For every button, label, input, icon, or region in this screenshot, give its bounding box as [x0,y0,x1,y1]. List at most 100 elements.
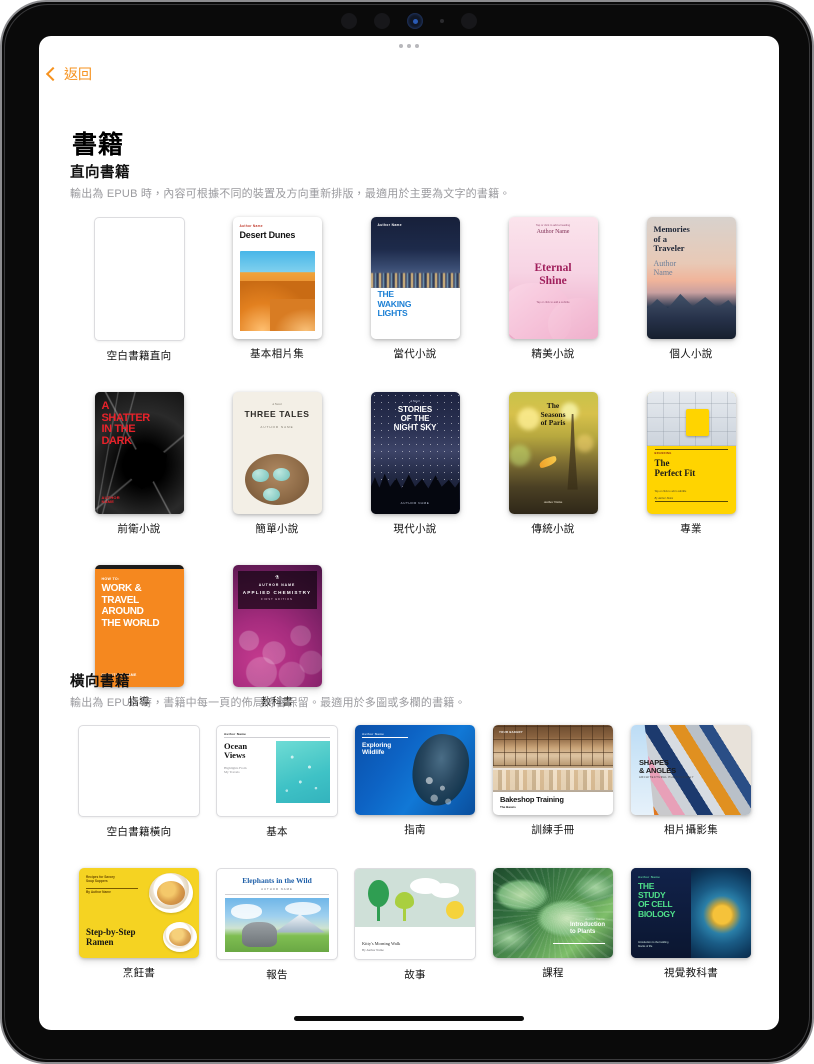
template-cell[interactable]: BRANDING The Perfect Fit Tap or click to … [622,392,760,536]
book-cover-shapes-angles[interactable]: SHAPES & ANGLES ARCHITECTURAL PHOTOGRAPHY [631,725,751,815]
book-cover-desert-dunes[interactable]: Author Name Desert Dunes [232,217,322,339]
template-cell[interactable]: Tap or click to add a heading Author Nam… [484,217,622,363]
book-cover-blank-portrait[interactable] [93,217,185,341]
book-cover-waking-lights[interactable]: Author Name THE WAKING LIGHTS [370,217,460,339]
template-cell[interactable]: Author Name THE WAKING LIGHTS 當代小說 [346,217,484,363]
template-cell[interactable]: Kitty's Morning Walk By Author Name 故事 [346,868,484,982]
template-cell[interactable]: YOUR BAKERY Bakeshop Training The Basics… [484,725,622,839]
cover-title: Ocean Views [224,741,248,760]
template-cell[interactable]: Elephants in the Wild AUTHOR NAME 報告 [208,868,346,982]
cover-author: AUTHOR NAME [258,583,296,587]
book-cover-shatter-dark[interactable]: A SHATTER IN THE DARK AUTHOR NAME [94,392,184,514]
template-cell[interactable]: 空白書籍橫向 [70,725,208,839]
book-cover-applied-chemistry[interactable]: ⚗ AUTHOR NAME APPLIED CHEMISTRY FIRST ED… [232,565,322,687]
book-cover-intro-plants[interactable]: Author Name Introduction to Plants [493,868,613,958]
book-cover-memories-traveler[interactable]: Memories of a Traveler Author Name [646,217,736,339]
section-landscape: 橫向書籍 輸出為 EPUB 時，書籍中每一頁的佈局將會保留。最適用於多圖或多欄的… [70,670,760,982]
cover-title: THREE TALES [244,409,310,419]
cover-image [149,873,193,913]
cover-title: Step-by-Step Ramen [86,927,136,947]
section-title-portrait: 直向書籍 [70,165,130,181]
cover-author: Author Name [543,500,563,504]
cover-author: Author Name [653,259,677,277]
cover-author: AUTHOR NAME [101,494,120,505]
template-cell[interactable]: 空白書籍直向 [70,217,208,363]
template-cell[interactable]: Author Name Ocean Views Highlights From My… [208,725,346,839]
template-label: 專業 [680,523,702,535]
cover-tap-hint: Tap or click to add a heading [535,224,571,227]
cover-author: Author Name [224,732,247,736]
book-cover-ocean-views[interactable]: Author Name Ocean Views Highlights From My… [216,725,338,817]
camera-array [2,10,812,32]
template-label: 現代小說 [393,523,437,535]
template-cell[interactable]: Author Name Desert Dunes 基本相片集 [208,217,346,363]
book-cover-bakeshop-training[interactable]: YOUR BAKERY Bakeshop Training The Basics [493,725,613,815]
back-button-label: 返回 [64,66,92,82]
template-label: 訓練手冊 [531,824,575,836]
cover-title: Desert Dunes [239,230,296,240]
book-cover-cell-biology[interactable]: Author Name THE STUDY OF CELL BIOLOGY Intro… [631,868,751,958]
cover-author: AUTHOR NAME [400,501,430,505]
book-cover-kitty-walk[interactable]: Kitty's Morning Walk By Author Name [354,868,476,960]
portrait-template-grid: 空白書籍直向 Author Name Desert Dunes 基本相片集 Au… [70,217,760,709]
camera-lens-1 [341,13,357,29]
book-cover-night-sky[interactable]: A Novel STORIES OF THE NIGHT SKY AUTHOR NA… [370,392,460,514]
template-label: 故事 [404,969,426,981]
template-cell[interactable]: A Novel THREE TALES AUTHOR NAME 簡單小說 [208,392,346,536]
home-indicator[interactable] [294,1016,524,1021]
template-cell[interactable]: Author Name THE STUDY OF CELL BIOLOGY Intro… [622,868,760,982]
book-cover-seasons-paris[interactable]: The Seasons of Paris Author Name [508,392,598,514]
template-label: 指南 [404,824,426,836]
template-cell[interactable]: Author Name Introduction to Plants 課程 [484,868,622,982]
cover-subtitle: Highlights From My Travels [224,766,247,775]
template-cell[interactable]: Memories of a Traveler Author Name 個人小說 [622,217,760,363]
device-frame: 返回 書籍 直向書籍 輸出為 EPUB 時，內容可根據不同的裝置及方向重新排版，… [0,0,814,1064]
cover-image [691,868,751,958]
template-cell[interactable]: A Novel STORIES OF THE NIGHT SKY AUTHOR NA… [346,392,484,536]
template-label: 基本 [266,826,288,838]
template-label: 視覺教科書 [664,967,718,979]
book-cover-perfect-fit[interactable]: BRANDING The Perfect Fit Tap or click to … [646,392,736,514]
book-cover-three-tales[interactable]: A Novel THREE TALES AUTHOR NAME [232,392,322,514]
template-label: 空白書籍橫向 [106,826,172,838]
cover-author: AUTHOR NAME [261,887,293,891]
cover-author: By Author Name [86,890,111,894]
book-cover-eternal-shine[interactable]: Tap or click to add a heading Author Nam… [508,217,598,339]
cover-title: Bakeshop Training [500,795,564,804]
template-cell[interactable]: Recipes for Savory Soup Suppers By Author… [70,868,208,982]
cover-image [225,898,329,952]
cover-author: Author Name [585,916,605,921]
flask-icon: ⚗ [274,575,280,581]
page-title: 書籍 [72,131,125,159]
template-label: 簡單小說 [255,523,299,535]
cover-title: Introduction to Plants [570,922,605,935]
template-cell[interactable]: Author Name Exploring Wildlife 指南 [346,725,484,839]
template-cell[interactable]: The Seasons of Paris Author Name 傳統小說 [484,392,622,536]
template-label: 報告 [266,969,288,981]
section-portrait: 直向書籍 輸出為 EPUB 時，內容可根據不同的裝置及方向重新排版，最適用於主要… [70,161,760,709]
template-cell[interactable]: A SHATTER IN THE DARK AUTHOR NAME 前衛小說 [70,392,208,536]
book-cover-elephants-wild[interactable]: Elephants in the Wild AUTHOR NAME [216,868,338,960]
cover-subtitle: ARCHITECTURAL PHOTOGRAPHY [639,776,695,780]
template-label: 當代小說 [393,348,437,360]
cover-subtitle: Tap or click to add a subtitle [536,301,570,304]
book-cover-blank-landscape[interactable] [78,725,200,817]
cover-title: STORIES OF THE NIGHT SKY [393,405,437,432]
cover-author: Author Name [239,224,263,228]
book-cover-exploring-wildlife[interactable]: Author Name Exploring Wildlife [355,725,475,815]
cover-author: Author Name [536,229,570,235]
template-label: 相片攝影集 [664,824,718,836]
device-screen: 返回 書籍 直向書籍 輸出為 EPUB 時，內容可根據不同的裝置及方向重新排版，… [39,36,779,1030]
cover-title: The Seasons of Paris [540,401,566,427]
camera-lens-2 [374,13,390,29]
back-button[interactable]: 返回 [45,64,92,84]
cover-title: WORK & TRAVEL AROUND THE WORLD [101,583,160,629]
camera-lens-4 [461,13,477,29]
book-cover-step-ramen[interactable]: Recipes for Savory Soup Suppers By Author… [79,868,199,958]
template-cell[interactable]: SHAPES & ANGLES ARCHITECTURAL PHOTOGRAPHY… [622,725,760,839]
section-title-landscape: 橫向書籍 [70,674,130,690]
cover-edition: FIRST EDITION [261,598,293,601]
cover-kicker: A Novel [410,399,420,403]
book-cover-work-travel[interactable]: HOW TO: WORK & TRAVEL AROUND THE WORLD BY A… [94,565,184,687]
cover-title: A SHATTER IN THE DARK [101,400,151,447]
